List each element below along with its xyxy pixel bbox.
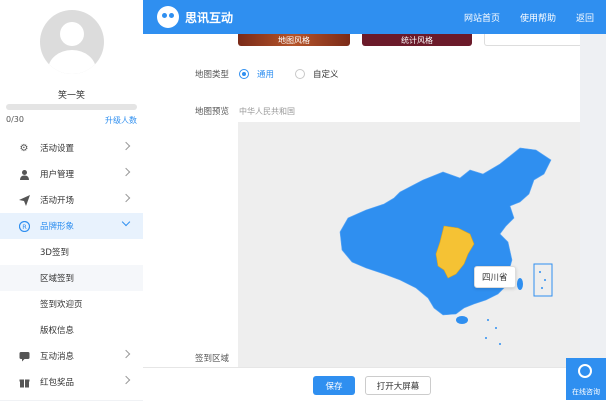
user-icon [18,168,30,180]
username: 笑一笑 [57,91,85,101]
sidebar-item-label: 活动开场 [40,196,75,206]
main-content: 地图风格 统计风格 地图类型 通用 自定义 地图预览 中华人民共和国 四川省 签… [143,34,580,367]
svg-text:R: R [22,223,27,231]
sidebar-item-activity-settings[interactable]: ⚙ 活动设置 [0,135,143,161]
quota-count: 0/30 [6,115,24,124]
sidebar: 笑一笑 0/30 升级人数 ⚙ 活动设置 用户管理 活动开场 R 品牌形象 3D… [0,0,144,400]
sidebar-item-brand-image[interactable]: R 品牌形象 [0,213,143,239]
paper-plane-icon [18,194,30,206]
save-button[interactable]: 保存 [313,376,355,395]
sidebar-item-label: 互动消息 [40,352,75,362]
brand-name: 思讯互动 [185,11,234,25]
map-region [517,278,523,290]
sidebar-item-interactive-messages[interactable]: 互动消息 [0,343,143,369]
bottom-action-bar: 保存 打开大屏幕 [143,367,606,401]
checkin-region-label: 签到区域 [195,354,230,364]
headset-icon [578,364,592,378]
quota-progress-bar [6,104,137,110]
map-title: 中华人民共和国 [239,107,295,116]
nav-help-link[interactable]: 使用帮助 [520,11,556,24]
upgrade-link[interactable]: 升级人数 [105,115,137,126]
scrollbar[interactable] [580,34,606,367]
nav-back-link[interactable]: 返回 [576,11,594,24]
sidebar-subitem-copyright[interactable]: 版权信息 [0,317,143,343]
chevron-right-icon [121,167,131,177]
radio-label: 自定义 [313,70,339,80]
theme-map-style-button[interactable]: 地图风格 [238,34,350,46]
top-bar: 思讯互动 网站首页 使用帮助 返回 [143,0,606,34]
chevron-right-icon [121,193,131,203]
map-region [456,316,468,324]
chevron-right-icon [121,375,131,385]
map-type-radio-general[interactable]: 通用 [239,68,274,80]
sidebar-menu: ⚙ 活动设置 用户管理 活动开场 R 品牌形象 3D签到 区域签到 签到欢迎页 … [0,135,143,395]
gift-icon [18,376,30,388]
chevron-down-icon [121,217,131,227]
theme-stat-style-button[interactable]: 统计风格 [362,34,472,46]
brand-r-icon: R [18,220,30,232]
sidebar-item-red-packet-prizes[interactable]: 红包奖品 [0,369,143,395]
sidebar-subitem-region-checkin[interactable]: 区域签到 [0,265,143,291]
sidebar-item-user-management[interactable]: 用户管理 [0,161,143,187]
online-consult-button[interactable]: 在线咨询 [566,358,606,400]
map-preview-label: 地图预览 [195,107,230,117]
map-type-label: 地图类型 [195,70,230,80]
map-preview[interactable] [238,122,580,367]
sidebar-item-label: 活动设置 [40,144,75,154]
chevron-right-icon [121,349,131,359]
sidebar-item-activity-opening[interactable]: 活动开场 [0,187,143,213]
china-map[interactable] [238,122,580,367]
sidebar-subitem-welcome-page[interactable]: 签到欢迎页 [0,291,143,317]
map-tooltip: 四川省 [474,266,516,288]
map-type-radio-custom[interactable]: 自定义 [295,68,339,80]
top-nav: 网站首页 使用帮助 返回 [464,11,594,24]
chat-icon [18,350,30,362]
gear-icon: ⚙ [19,142,29,154]
south-sea-inset [533,263,553,297]
logo-icon [157,6,179,28]
sidebar-item-label: 红包奖品 [40,378,75,388]
theme-third-button[interactable] [484,34,580,46]
nav-home-link[interactable]: 网站首页 [464,11,500,24]
online-consult-label: 在线咨询 [572,388,600,396]
chevron-right-icon [121,141,131,151]
sidebar-subitem-3d-checkin[interactable]: 3D签到 [0,239,143,265]
sidebar-item-label: 用户管理 [40,170,75,180]
radio-label: 通用 [257,70,275,80]
open-bigscreen-button[interactable]: 打开大屏幕 [365,376,431,395]
sidebar-item-label: 品牌形象 [40,222,75,232]
avatar[interactable] [40,10,104,74]
